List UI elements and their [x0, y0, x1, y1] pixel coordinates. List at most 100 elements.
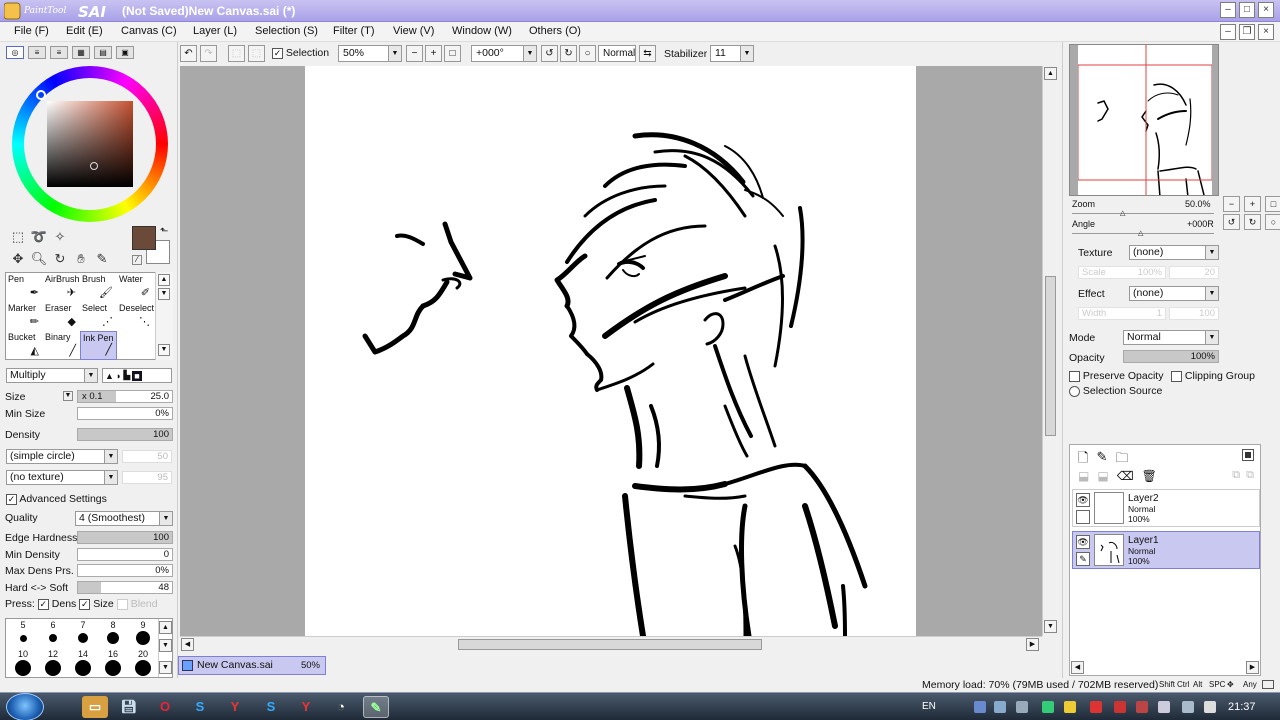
- size-preset[interactable]: 16: [98, 649, 128, 676]
- tray-vpn-icon[interactable]: [1136, 701, 1148, 713]
- undo-button[interactable]: ↶: [180, 45, 197, 62]
- nav-zoom-in-button[interactable]: +: [1244, 196, 1261, 212]
- rotate-icon[interactable]: ↻: [50, 250, 70, 268]
- zoom-select[interactable]: 50% ▼: [338, 45, 402, 62]
- language-indicator[interactable]: EN: [922, 701, 936, 712]
- zoom-icon[interactable]: 🔍︎: [29, 250, 49, 268]
- tool-eraser[interactable]: Eraser ◆: [43, 302, 80, 331]
- new-linework-layer-icon[interactable]: ✎: [1096, 449, 1107, 471]
- minimize-button[interactable]: –: [1220, 2, 1236, 18]
- layer-lock-icon[interactable]: [1076, 510, 1090, 524]
- press-dens-checkbox[interactable]: ✓: [37, 598, 49, 610]
- vertical-scroll-thumb[interactable]: [1045, 276, 1056, 436]
- rotate-left-button[interactable]: ↺: [541, 45, 558, 62]
- navigator-preview[interactable]: [1069, 44, 1219, 196]
- layer-blend-mode-select[interactable]: Normal ▼: [1123, 330, 1219, 345]
- start-button[interactable]: [6, 693, 44, 720]
- apply-mask-icon[interactable]: ⧉: [1232, 469, 1240, 482]
- foreground-color-swatch[interactable]: [132, 226, 156, 250]
- zoom-out-button[interactable]: −: [406, 45, 423, 62]
- shape-square-icon[interactable]: ■: [132, 370, 142, 381]
- layer-mask-icon[interactable]: ⧉: [1246, 469, 1254, 482]
- edge-hardness-slider[interactable]: 100: [77, 531, 173, 544]
- scratchpad-mode-button[interactable]: ▤: [94, 46, 112, 59]
- tool-airbrush[interactable]: AirBrush ✈: [43, 273, 80, 302]
- explorer-icon[interactable]: ▭: [82, 696, 108, 718]
- menu-selection[interactable]: Selection (S): [255, 25, 318, 37]
- size-slider[interactable]: x 0.1 25.0: [77, 390, 173, 403]
- tray-update-icon[interactable]: [1042, 701, 1054, 713]
- deselect-button[interactable]: ⬚: [228, 45, 245, 62]
- scroll-right-icon[interactable]: ▶: [1026, 638, 1039, 651]
- doc-minimize-button[interactable]: –: [1220, 24, 1236, 40]
- transparent-color-icon[interactable]: ⁄: [132, 255, 142, 265]
- selection-source-radio[interactable]: [1069, 385, 1080, 397]
- redo-button[interactable]: ↷: [200, 45, 217, 62]
- painttool-sai-taskbar-icon[interactable]: ✎: [363, 696, 389, 718]
- canvas-tab[interactable]: New Canvas.sai 50%: [178, 656, 326, 675]
- delete-layer-icon[interactable]: 🗑︎: [1142, 469, 1157, 483]
- layer-item[interactable]: 👁︎ ✎ Layer1 Normal 100%: [1072, 531, 1260, 569]
- nav-zoom-slider[interactable]: [1072, 213, 1214, 214]
- doc-restore-button[interactable]: ❐: [1239, 24, 1255, 40]
- tool-binary[interactable]: Binary ╱: [43, 331, 80, 360]
- horizontal-scroll-thumb[interactable]: [458, 639, 762, 650]
- close-button[interactable]: ×: [1258, 2, 1274, 18]
- tray-shield-icon[interactable]: [1114, 701, 1126, 713]
- effect-strength-field[interactable]: 100: [1169, 307, 1219, 320]
- color-wheel[interactable]: [12, 66, 168, 222]
- opera-icon[interactable]: O: [152, 696, 178, 718]
- advanced-settings-checkbox[interactable]: ✓: [6, 493, 17, 505]
- hard-soft-slider[interactable]: 48: [77, 581, 173, 594]
- tray-app-icon[interactable]: [1064, 701, 1076, 713]
- save-disk-icon[interactable]: 💾︎: [116, 696, 142, 718]
- tool-marker[interactable]: Marker ✏: [6, 302, 43, 331]
- tool-ink-pen[interactable]: Ink Pen ╱: [80, 331, 117, 360]
- saturation-value-square[interactable]: [47, 101, 133, 187]
- size-preset[interactable]: 8: [98, 620, 128, 644]
- tool-brush[interactable]: Brush 🖌︎: [80, 273, 117, 302]
- doc-close-button[interactable]: ×: [1258, 24, 1274, 40]
- size-preset[interactable]: 7: [68, 620, 98, 643]
- maximize-button[interactable]: □: [1239, 2, 1255, 18]
- menu-file[interactable]: File (F): [14, 25, 49, 37]
- shape-soft-icon[interactable]: ▙: [123, 370, 130, 381]
- hsv-slider-mode-button[interactable]: ≡: [50, 46, 68, 59]
- tray-flag-icon[interactable]: [1158, 701, 1170, 713]
- yandex-icon[interactable]: Y: [222, 696, 248, 718]
- preserve-opacity-checkbox[interactable]: [1069, 370, 1080, 382]
- clipping-group-toggle[interactable]: Clipping Group: [1171, 370, 1255, 382]
- clear-layer-icon[interactable]: ⌫: [1117, 469, 1134, 483]
- zoom-reset-button[interactable]: □: [444, 45, 461, 62]
- view-mode-select[interactable]: Normal: [598, 45, 636, 62]
- texture-strength-field[interactable]: 20: [1169, 266, 1219, 279]
- tool-pen[interactable]: Pen ✒: [6, 273, 43, 302]
- rotate-right-button[interactable]: ↻: [560, 45, 577, 62]
- app-icon[interactable]: ◔: [328, 696, 354, 718]
- menu-view[interactable]: View (V): [393, 25, 434, 37]
- press-blend-checkbox[interactable]: [116, 598, 128, 610]
- size-preset[interactable]: 20: [128, 649, 158, 676]
- scroll-left-icon[interactable]: ◀: [1071, 661, 1084, 674]
- nav-zoom-out-button[interactable]: −: [1223, 196, 1240, 212]
- size-presets-scrollbar[interactable]: ▲ ▼ ▼: [158, 619, 172, 677]
- transfer-down-icon[interactable]: ⬓: [1078, 469, 1089, 483]
- brush-shape-select[interactable]: (simple circle) ▼: [6, 449, 118, 464]
- shape-round-icon[interactable]: ◗: [116, 371, 121, 381]
- menu-layer[interactable]: Layer (L): [193, 25, 237, 37]
- size-preset[interactable]: 10: [8, 649, 38, 676]
- min-density-slider[interactable]: 0: [77, 548, 173, 561]
- tool-bucket[interactable]: Bucket ◭: [6, 331, 43, 360]
- new-folder-icon[interactable]: 🗀: [1115, 449, 1128, 471]
- swatch-mode-button[interactable]: ▦: [72, 46, 90, 59]
- sv-marker[interactable]: [90, 162, 98, 170]
- swap-colors-icon[interactable]: ⬑: [160, 226, 168, 237]
- nav-zoom-reset-button[interactable]: □: [1265, 196, 1280, 212]
- tray-monitor-icon[interactable]: [1182, 701, 1194, 713]
- lasso-icon[interactable]: ➰: [29, 228, 49, 246]
- tool-select[interactable]: Select ⋰: [80, 302, 117, 331]
- taskbar-clock[interactable]: 21:37: [1228, 701, 1256, 713]
- invert-selection-button[interactable]: ⬚: [248, 45, 265, 62]
- new-layer-icon[interactable]: 🗋: [1078, 449, 1088, 471]
- scroll-down-icon[interactable]: ▼: [159, 639, 172, 652]
